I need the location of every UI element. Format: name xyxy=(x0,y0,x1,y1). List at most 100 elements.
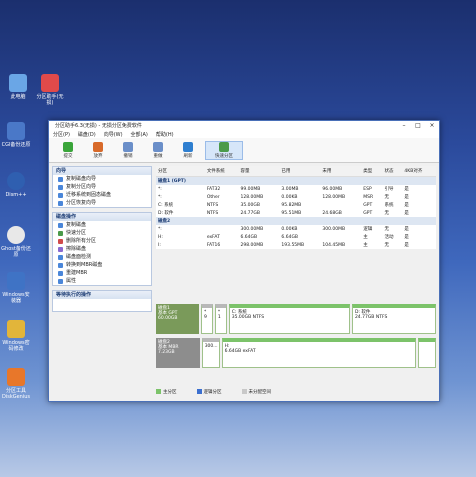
disk2-part-i[interactable] xyxy=(418,338,436,368)
toolbar-label: 重做 xyxy=(153,153,163,159)
menu-disk[interactable]: 磁盘(D) xyxy=(78,131,96,138)
apply-button[interactable]: 提交 xyxy=(55,141,81,159)
table-cell: *: xyxy=(158,186,162,192)
op-quick-partition[interactable]: 快速分区 xyxy=(53,229,151,237)
op-delete-all[interactable]: 删除所有分区 xyxy=(53,237,151,245)
table-row[interactable]: I: FAT16 298.00MB 193.55MB 104.45MB 主 无 是 xyxy=(156,241,436,249)
disk2-part-h[interactable]: H: 6.64GB exFAT xyxy=(221,338,417,368)
table-cell xyxy=(382,217,403,225)
disk1-part-c[interactable]: C: 系统 35.00GB NTFS xyxy=(228,304,350,334)
col-capacity[interactable]: 容量 xyxy=(238,166,280,177)
op-convert-mbr[interactable]: 转换到MBR磁盘 xyxy=(53,261,151,269)
disk1-part-d[interactable]: D: 软件 24.77GB NTFS xyxy=(351,304,437,334)
table-cell: MSR xyxy=(363,194,374,200)
quick-partition-button[interactable]: 快速分区 xyxy=(205,140,243,160)
desktop-icon-cgi[interactable]: CGI备份还原 xyxy=(0,122,32,148)
table-row[interactable]: D: 软件 NTFS 24.77GB 95.51MB 24.68GB GPT 无 是 xyxy=(156,209,436,217)
part-sub: 6.64GB exFAT xyxy=(224,349,256,354)
table-cell: 主 xyxy=(363,243,368,248)
menu-help[interactable]: 帮助(H) xyxy=(156,131,174,138)
table-row[interactable]: *: FAT32 99.00MB 3.00MB 96.00MB ESP 引导 是 xyxy=(156,185,436,193)
discard-button[interactable]: 放弃 xyxy=(85,141,111,159)
op-rebuild-mbr[interactable]: 重建MBR xyxy=(53,269,151,277)
menu-wizard[interactable]: 向导(W) xyxy=(104,131,123,138)
minimize-button[interactable]: – xyxy=(397,122,411,129)
disk-header-row[interactable]: 磁盘1 (GPT) xyxy=(156,176,436,185)
op-label: 磁盘面检测 xyxy=(66,254,92,260)
part-sub: 1 xyxy=(217,315,221,320)
quick-partition-icon xyxy=(58,230,63,236)
table-cell xyxy=(382,176,403,185)
wizard-migrate-os[interactable]: 迁移系统到固态磁盘 xyxy=(53,191,151,199)
desktop-icon-windows-installer[interactable]: Windows安装器 xyxy=(0,272,32,304)
wizard-panel-title: 向导 xyxy=(53,167,151,175)
table-cell xyxy=(402,217,436,225)
disk1-map[interactable]: 磁盘1 基本 GPT 60.00GB * 9 * 1 C: 系统 35.00GB… xyxy=(156,304,437,334)
col-used[interactable]: 已用 xyxy=(279,166,321,177)
disk2-map[interactable]: 磁盘2 基本 MBR 7.23GB 300... H: 6.64GB exFAT xyxy=(156,338,436,368)
refresh-icon xyxy=(183,141,193,152)
col-type[interactable]: 类型 xyxy=(361,166,383,177)
desktop-icon-label: 分区工具DiskGenius xyxy=(1,388,31,400)
col-unused[interactable]: 未用 xyxy=(320,166,362,177)
disk-ops-panel-title: 磁盘操作 xyxy=(53,213,151,221)
partition-table: 分区 文件系统 容量 已用 未用 类型 状态 4KB对齐 磁盘1 (GPT) *:… xyxy=(156,166,436,249)
menu-partition[interactable]: 分区(P) xyxy=(53,131,70,138)
table-cell: Other xyxy=(206,194,220,200)
col-4k-aligned[interactable]: 4KB对齐 xyxy=(402,166,436,177)
refresh-button[interactable]: 刷新 xyxy=(175,141,201,159)
maximize-button[interactable]: □ xyxy=(411,122,425,129)
op-label: 复制磁盘 xyxy=(66,222,87,228)
table-cell: C: 系统 xyxy=(158,203,174,208)
desktop-icon-password[interactable]: Windows密码修改 xyxy=(0,320,32,352)
desktop-icon-dism[interactable]: Dism++ xyxy=(0,172,32,198)
table-row[interactable]: *: 300.00MB 0.00KB 300.00MB 逻辑 无 是 xyxy=(156,225,436,233)
table-cell: 6.64GB xyxy=(281,234,299,240)
desktop-icon-label: Ghost备份还原 xyxy=(1,246,31,258)
table-row[interactable]: H: exFAT 6.64GB 6.64GB 主 活动 是 xyxy=(156,233,436,241)
col-status[interactable]: 状态 xyxy=(382,166,403,177)
op-properties[interactable]: 属性 xyxy=(53,277,151,285)
table-cell: 96.00MB xyxy=(322,186,343,192)
disk1-part-esp[interactable]: * 9 xyxy=(201,304,213,334)
op-copy-disk[interactable]: 复制磁盘 xyxy=(53,221,151,229)
table-row[interactable]: *: Other 128.00MB 0.00KB 128.00MB MSR 无 是 xyxy=(156,193,436,201)
redo-button[interactable]: 重做 xyxy=(145,141,171,159)
table-header: 分区 文件系统 容量 已用 未用 类型 状态 4KB对齐 xyxy=(156,166,436,177)
menu-all[interactable]: 全部(A) xyxy=(131,131,148,138)
desktop-icon-label: Dism++ xyxy=(5,192,27,198)
table-cell: 95.51MB xyxy=(281,210,302,216)
desktop-icon-diskgenius[interactable]: 分区工具DiskGenius xyxy=(0,368,32,400)
table-cell: 引导 xyxy=(384,187,394,192)
disk2-part-logical[interactable]: 300... xyxy=(201,338,220,368)
toolbar-label: 快速分区 xyxy=(215,153,233,159)
legend-primary: 主分区 xyxy=(156,389,177,395)
disk-header-row[interactable]: 磁盘2 xyxy=(156,217,436,225)
quick-partition-icon xyxy=(219,141,229,152)
op-surface-test[interactable]: 磁盘面检测 xyxy=(53,253,151,261)
disk1-part-msr[interactable]: * 1 xyxy=(214,304,227,334)
desktop-icon-partition-assistant[interactable]: 分区助手(无损) xyxy=(34,74,66,106)
wizard-copy-disk[interactable]: 复制磁盘向导 xyxy=(53,175,151,183)
table-cell: 活动 xyxy=(384,235,394,240)
undo-button[interactable]: 撤销 xyxy=(115,141,141,159)
op-wipe-disk[interactable]: 擦除磁盘 xyxy=(53,245,151,253)
disk-label-line: 60.00GB xyxy=(158,316,178,321)
wizard-partition-recovery[interactable]: 分区恢复向导 xyxy=(53,199,151,207)
properties-icon xyxy=(58,278,63,284)
desktop-icon-ghost[interactable]: Ghost备份还原 xyxy=(0,226,32,258)
desktop-icon-this-pc[interactable]: 此电脑 xyxy=(2,74,34,100)
table-cell: 300.00MB xyxy=(322,226,346,232)
table-cell xyxy=(204,176,239,185)
col-partition[interactable]: 分区 xyxy=(156,166,205,177)
col-filesystem[interactable]: 文件系统 xyxy=(204,166,239,177)
copy-partition-icon xyxy=(58,184,63,190)
close-button[interactable]: × xyxy=(425,122,439,129)
table-cell: 99.00MB xyxy=(240,186,261,192)
table-row[interactable]: C: 系统 NTFS 35.00GB 95.82MB GPT 系统 是 xyxy=(156,201,436,209)
table-cell: 298.00MB xyxy=(240,242,264,248)
table-cell: 逻辑 xyxy=(363,227,373,232)
desktop-icon-label: 此电脑 xyxy=(10,94,26,100)
table-cell: 是 xyxy=(404,227,409,232)
wizard-copy-partition[interactable]: 复制分区向导 xyxy=(53,183,151,191)
